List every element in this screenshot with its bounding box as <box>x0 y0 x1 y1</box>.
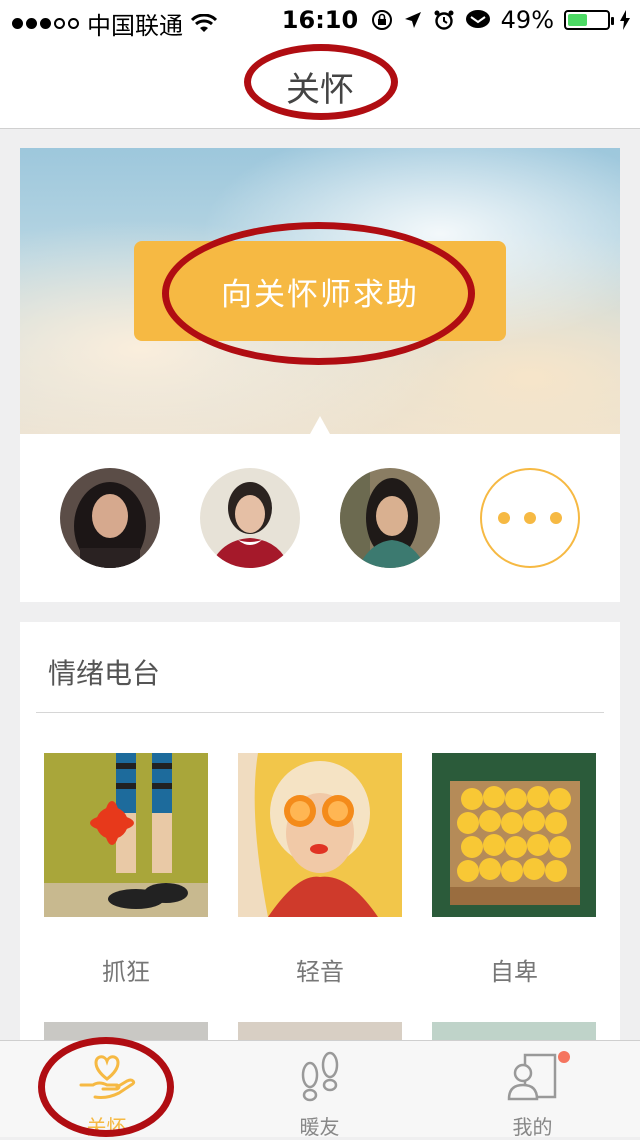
title-annotation-oval <box>244 44 398 120</box>
alarm-icon <box>434 10 454 30</box>
battery-icon <box>564 10 614 30</box>
more-dot <box>550 512 562 524</box>
profile-icon <box>507 1053 556 1101</box>
sky-banner: 向关怀师求助 <box>20 148 620 434</box>
radio-thumb-inferiority[interactable] <box>432 753 596 917</box>
emotion-radio-card: 情绪电台 抓狂 轻音 自卑 <box>20 622 620 1052</box>
radio-label-light-music: 轻音 <box>296 958 344 986</box>
button-annotation-oval <box>162 222 475 365</box>
tab-mine[interactable]: 我的 <box>426 1041 639 1139</box>
counselor-card: 向关怀师求助 <box>20 148 620 602</box>
tab-annotation-oval <box>38 1037 174 1137</box>
more-dot <box>498 512 510 524</box>
radio-label-crazy: 抓狂 <box>102 958 150 986</box>
more-counselors-button[interactable] <box>480 468 580 568</box>
section-heading: 情绪电台 <box>48 657 161 690</box>
tab-bar: 关怀 暖友 我的 <box>0 1037 640 1139</box>
counselor-avatar-3[interactable] <box>340 468 440 568</box>
divider <box>36 712 604 713</box>
radio-thumb-crazy[interactable] <box>44 753 208 917</box>
pointer-triangle <box>310 416 330 434</box>
charging-icon <box>620 10 630 30</box>
more-dot <box>524 512 536 524</box>
counselor-avatar-2[interactable] <box>200 468 300 568</box>
counselor-avatar-1[interactable] <box>60 468 160 568</box>
battery-percent: 49% <box>500 6 554 34</box>
radio-label-inferiority: 自卑 <box>490 958 538 986</box>
location-icon <box>404 12 421 28</box>
status-right: 49% <box>371 6 630 34</box>
rotation-lock-icon <box>371 10 392 30</box>
notification-badge <box>558 1051 570 1063</box>
footprints-icon <box>301 1051 338 1102</box>
tab-warm-friends[interactable]: 暖友 <box>213 1041 426 1139</box>
radio-thumb-light-music[interactable] <box>238 753 402 917</box>
nav-bar: 关怀 <box>0 40 640 129</box>
message-icon <box>465 10 490 28</box>
status-bar: 中国联通 16:10 49% <box>0 0 640 40</box>
